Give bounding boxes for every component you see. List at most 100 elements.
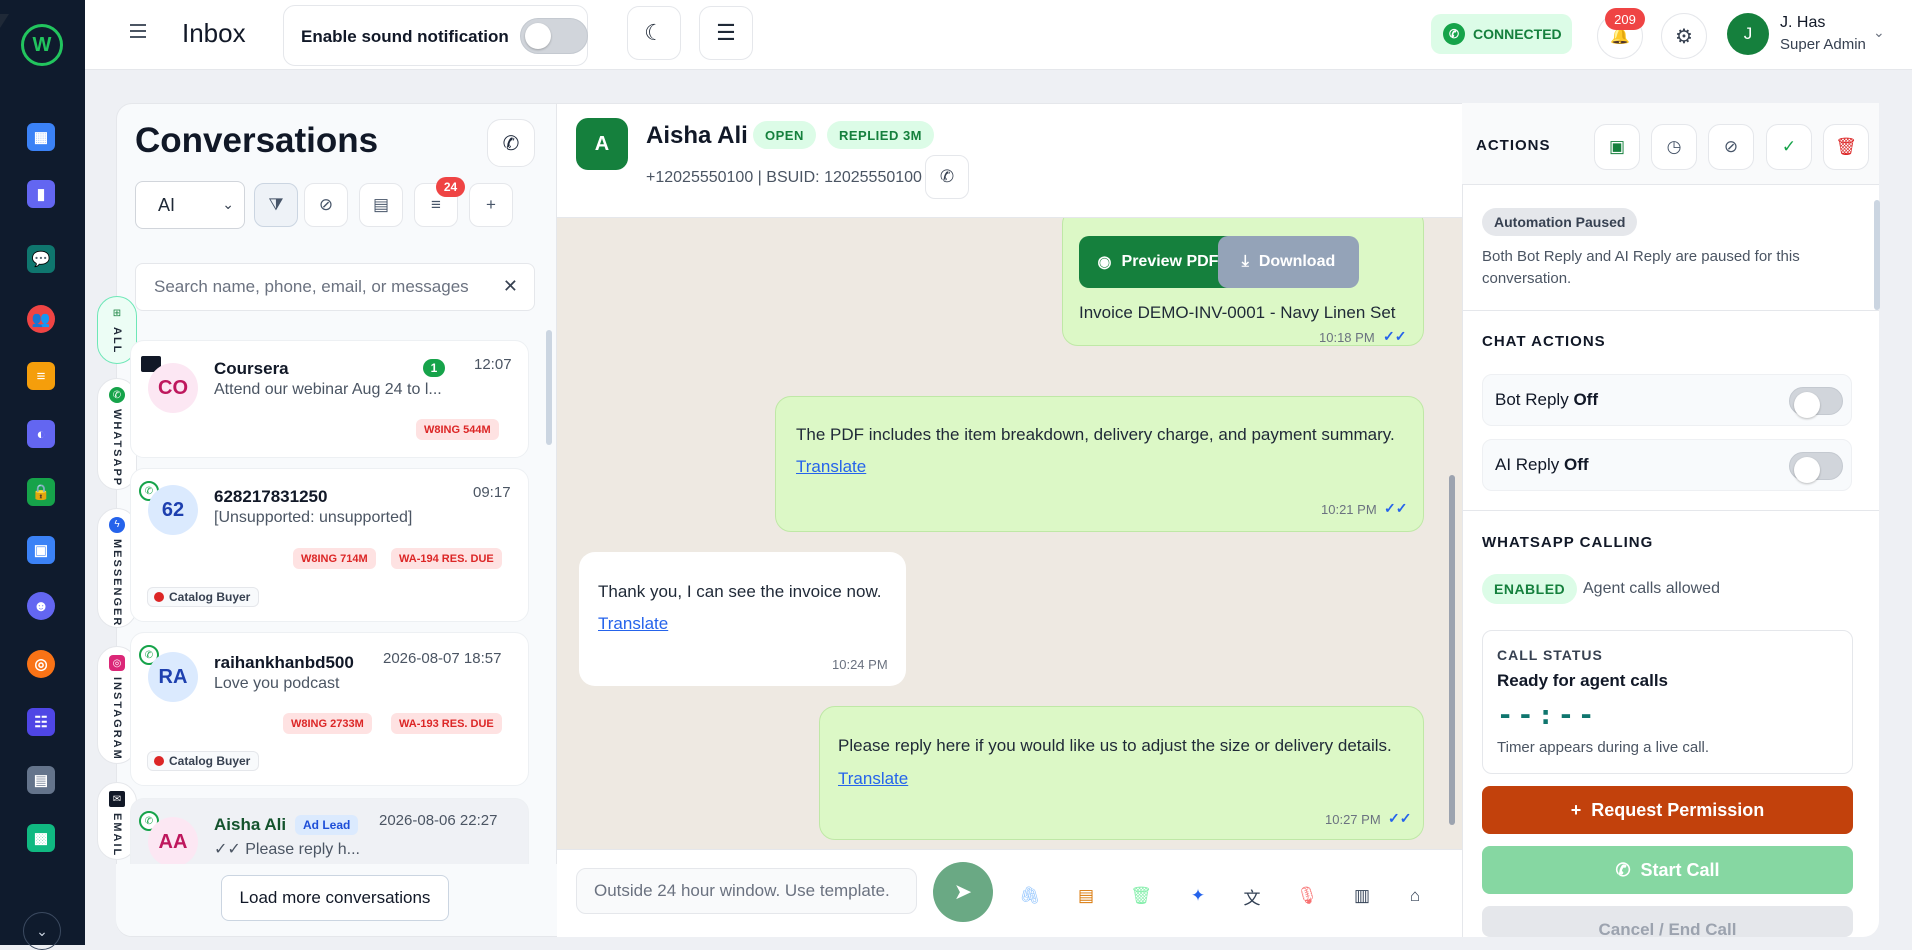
template-icon[interactable]: ▤ [1074,884,1098,908]
user-role: Super Admin [1780,36,1866,53]
call-timer: --:-- [1497,700,1599,731]
bot-icon[interactable]: ☻ [27,592,55,620]
chat-scrollbar[interactable] [1449,475,1455,825]
call-button[interactable]: ✆ [925,155,969,199]
download-button[interactable]: ⤓ Download [1218,236,1359,288]
forms-icon[interactable]: ☷ [27,708,55,736]
chat-messages[interactable]: ◉ Preview PDF ⤓ Download Invoice DEMO-INV-… [557,218,1462,849]
message-input[interactable]: Outside 24 hour window. Use template. [576,868,917,914]
translate-icon[interactable]: 文 [1240,884,1264,908]
end-call-button[interactable]: Cancel / End Call [1482,906,1853,937]
search-input[interactable]: Search name, phone, email, or messages ✕ [135,263,535,311]
dark-mode-button[interactable]: ☾ [627,6,681,60]
actions-scrollbar[interactable] [1874,200,1880,310]
contact-card-button[interactable]: ▣ [1594,124,1640,170]
message-text: Invoice DEMO-INV-0001 - Navy Linen Set [1079,303,1396,322]
analytics-icon[interactable]: ▮ [27,180,55,208]
message-preview: Love you podcast [214,675,340,692]
conversation-time: 09:17 [473,484,511,501]
start-call-label: Start Call [1640,859,1720,880]
settings-button[interactable]: ⚙ [1661,13,1707,59]
dial-button[interactable]: ✆ [487,119,535,167]
actions-title: ACTIONS [1476,137,1551,154]
message-preview: Attend our webinar Aug 24 to l... [214,381,442,398]
load-more-button[interactable]: Load more conversations [221,875,449,921]
notes-filter-button[interactable]: ▤ [359,183,403,227]
read-receipt-icon: ✓✓ [1388,810,1412,826]
connection-status: ✆ CONNECTED [1431,14,1572,54]
status-dot [154,756,164,766]
user-avatar[interactable]: J [1727,13,1769,55]
delete-button[interactable]: 🗑 [1823,124,1869,170]
replied-badge: REPLIED 3M [827,121,935,149]
send-button[interactable]: ➤ [933,862,993,922]
hamburger-icon[interactable] [130,24,146,38]
translate-link[interactable]: Translate [796,457,866,477]
filter-button[interactable]: ⧩ [254,183,298,227]
store-icon[interactable]: ▩ [27,824,55,852]
translate-link[interactable]: Translate [598,614,668,634]
dashboard-icon[interactable]: ▦ [27,123,55,151]
conversation-list-scrollbar[interactable] [546,330,552,445]
snooze-button[interactable]: ◷ [1651,124,1697,170]
message-time: 10:24 PM [832,657,888,672]
message-preview: [Unsupported: unsupported] [214,509,413,526]
ai-reply-row: AI Reply Off [1482,439,1852,491]
status-dot [154,592,164,602]
message-bubble-incoming: Thank you, I can see the invoice now. Tr… [579,552,906,686]
attach-icon[interactable]: 🖇 [1018,884,1042,908]
trash-icon[interactable]: 🗑 [1129,884,1153,908]
message-text: Please reply here if you would like us t… [838,736,1392,755]
avatar: A [576,118,628,170]
document-icon[interactable]: ≡ [27,362,55,390]
resolve-button[interactable]: ✓ [1766,124,1812,170]
avatar: CO [148,363,198,413]
message-preview: ✓✓ Please reply h... [214,841,360,858]
chat-icon[interactable]: 💬 [27,245,55,273]
app-logo[interactable]: W [21,24,63,66]
calendar-icon[interactable]: ▣ [27,536,55,564]
invoice-icon[interactable]: ▤ [27,766,55,794]
conversation-item[interactable]: ✆ RA raihankhanbd500 2026-08-07 18:57 Lo… [130,632,529,786]
rail-expand-button[interactable]: ⌄ [23,912,61,950]
message-text: Thank you, I can see the invoice now. [598,582,882,601]
translate-link[interactable]: Translate [838,769,908,789]
request-permission-button[interactable]: + Request Permission [1482,786,1853,834]
mic-icon[interactable]: 🎙 [1295,884,1319,908]
assignee-filter-select[interactable]: AI ⌄ [135,181,245,229]
target-icon[interactable]: ◎ [27,650,55,678]
conversation-item[interactable]: CO Coursera 1 12:07 Attend our webinar A… [130,340,529,458]
lock-icon[interactable]: 🔒 [27,478,55,506]
conversation-item[interactable]: ✆ 62 628217831250 09:17 [Unsupported: un… [130,468,529,622]
start-call-button[interactable]: ✆ Start Call [1482,846,1853,894]
segment-tag-label: Catalog Buyer [169,590,251,604]
note-icon[interactable]: ▥ [1350,884,1374,908]
download-icon: ⤓ [1241,253,1249,270]
sort-icon: ≡ [431,195,441,214]
plus-icon: + [1570,799,1582,820]
segment-tag: Catalog Buyer [147,587,260,607]
response-due-tag: WA-193 RES. DUE [391,713,502,734]
preview-pdf-button[interactable]: ◉ Preview PDF [1079,236,1237,288]
call-timer-hint: Timer appears during a live call. [1497,739,1710,756]
chevron-down-icon[interactable]: ⌄ [1873,24,1885,41]
user-name[interactable]: J. Has [1780,14,1825,32]
block-button[interactable]: ⊘ [1708,124,1754,170]
tag-icon[interactable]: ⌂ [1403,884,1427,908]
bot-reply-toggle[interactable] [1789,387,1843,418]
delete-icon: 🗑 [1835,137,1857,156]
ai-sparkle-icon[interactable]: ✦ [1186,884,1210,908]
new-conversation-button[interactable]: + [469,183,513,227]
tab-email-label: EMAIL [111,813,123,858]
tab-whatsapp-label: WHATSAPP [111,409,123,488]
block-filter-button[interactable]: ⊘ [304,183,348,227]
ai-reply-toggle[interactable] [1789,452,1843,483]
contact-card-icon: ▣ [1608,137,1626,156]
sound-notification-toggle[interactable] [520,18,588,54]
contacts-icon[interactable]: 👥 [27,305,55,333]
broadcast-icon[interactable]: ◐ [27,420,55,448]
tasks-button[interactable]: ☰ [699,6,753,60]
close-icon[interactable]: ✕ [503,276,518,297]
eye-icon: ◉ [1097,254,1112,271]
response-due-tag: WA-194 RES. DUE [391,548,502,569]
